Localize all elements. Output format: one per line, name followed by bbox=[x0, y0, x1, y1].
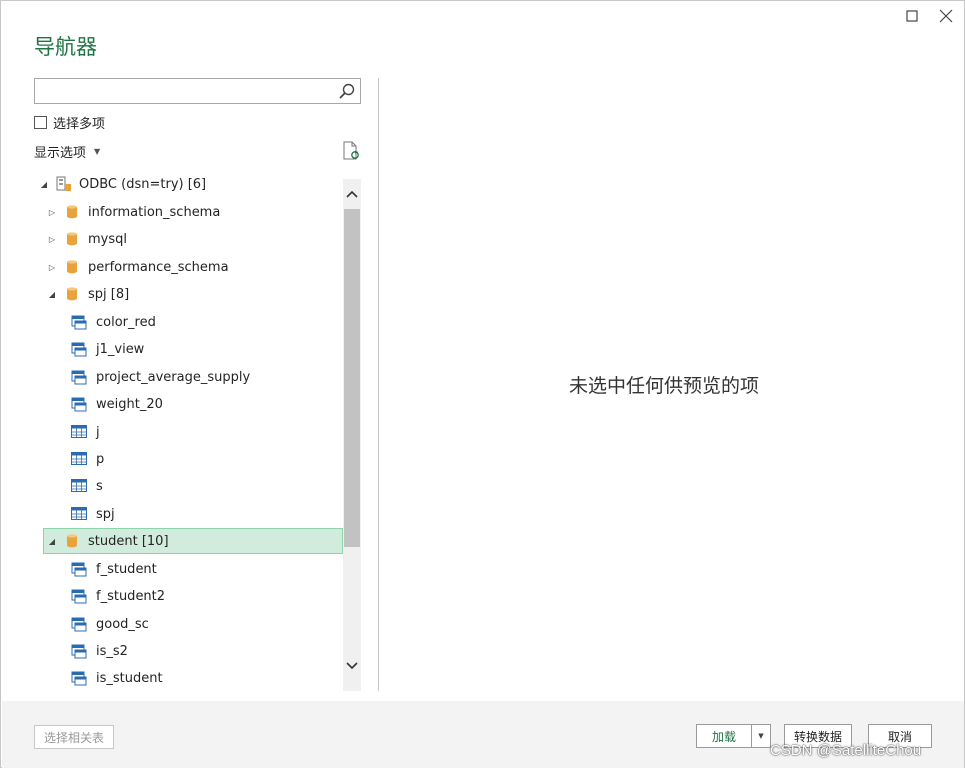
tree-item-label: j bbox=[96, 425, 100, 440]
tree-item-f-student2[interactable]: f_student2 bbox=[34, 583, 343, 609]
tree-item-label: is_s2 bbox=[96, 644, 128, 659]
chevron-down-icon: ▼ bbox=[758, 732, 764, 740]
database-icon bbox=[67, 205, 77, 219]
database-icon bbox=[67, 260, 77, 274]
tree-item-label: spj bbox=[96, 507, 115, 522]
tree-item-label: good_sc bbox=[96, 617, 149, 632]
search-input[interactable] bbox=[35, 79, 325, 103]
tree-item-project-average-supply[interactable]: project_average_supply bbox=[34, 364, 343, 390]
view-icon bbox=[71, 644, 87, 659]
chevron-down-icon: ▼ bbox=[94, 147, 101, 156]
tree-item-table-p[interactable]: p bbox=[34, 446, 343, 472]
view-icon bbox=[71, 397, 87, 412]
tree-root-label: ODBC (dsn=try) [6] bbox=[79, 177, 207, 192]
tree-item-j1-view[interactable]: j1_view bbox=[34, 336, 343, 362]
table-icon bbox=[71, 425, 87, 438]
table-icon bbox=[71, 479, 87, 492]
tree-root[interactable]: ◢ ODBC (dsn=try) [6] bbox=[34, 171, 343, 197]
multi-select-option[interactable]: 选择多项 bbox=[34, 113, 105, 132]
tree-item-table-j[interactable]: j bbox=[34, 419, 343, 445]
tree-item-label: weight_20 bbox=[96, 397, 163, 412]
view-icon bbox=[71, 315, 87, 330]
database-icon bbox=[67, 287, 77, 301]
tree-item-label: f_student2 bbox=[96, 589, 166, 604]
tree-item-spj-database[interactable]: ◢ spj [8] bbox=[34, 281, 343, 307]
database-icon bbox=[67, 232, 77, 246]
scroll-up-button[interactable] bbox=[343, 183, 361, 205]
tree-item-table-s[interactable]: s bbox=[34, 473, 343, 499]
collapsed-triangle-icon[interactable]: ▷ bbox=[47, 207, 57, 217]
table-icon bbox=[71, 452, 87, 465]
view-icon bbox=[71, 562, 87, 577]
load-dropdown-button[interactable]: ▼ bbox=[751, 724, 771, 748]
tree-item-label: mysql bbox=[88, 232, 127, 247]
expanded-triangle-icon[interactable]: ◢ bbox=[39, 179, 49, 189]
tree-item-label: color_red bbox=[96, 315, 156, 330]
preview-empty-message: 未选中任何供预览的项 bbox=[568, 375, 759, 397]
tree-item-label: s bbox=[96, 479, 103, 494]
tree-item-weight-20[interactable]: weight_20 bbox=[34, 391, 343, 417]
navigator-dialog: 导航器 选择多项 显示选项 ▼ ◢ ODBC (dsn=try) [6] ▷ i… bbox=[0, 0, 965, 768]
tree-item-label: spj [8] bbox=[88, 287, 130, 302]
expanded-triangle-icon[interactable]: ◢ bbox=[47, 289, 57, 299]
watermark: CSDN @SatelliteChou bbox=[770, 742, 922, 759]
tree-item-label: project_average_supply bbox=[96, 370, 251, 385]
multi-select-checkbox[interactable] bbox=[34, 116, 47, 129]
chevron-down-icon bbox=[346, 662, 358, 670]
scroll-down-button[interactable] bbox=[343, 655, 361, 677]
tree-item-table-spj[interactable]: spj bbox=[34, 501, 343, 527]
tree-item-student-database[interactable]: ◢ student [10] bbox=[43, 528, 343, 554]
view-icon bbox=[71, 370, 87, 385]
collapsed-triangle-icon[interactable]: ▷ bbox=[47, 262, 57, 272]
display-options-menu[interactable]: 显示选项 ▼ bbox=[34, 142, 100, 161]
dialog-title: 导航器 bbox=[34, 35, 97, 59]
tree-item-label: f_student bbox=[96, 562, 157, 577]
tree-item-label: performance_schema bbox=[88, 260, 229, 275]
scroll-thumb[interactable] bbox=[344, 209, 360, 547]
odbc-source-icon bbox=[56, 176, 71, 191]
view-icon bbox=[71, 342, 87, 357]
search-icon[interactable] bbox=[338, 82, 356, 100]
close-button[interactable] bbox=[931, 3, 961, 29]
view-icon bbox=[71, 617, 87, 632]
view-icon bbox=[71, 671, 87, 686]
maximize-icon bbox=[906, 10, 918, 22]
close-icon bbox=[939, 9, 953, 23]
tree-item-information-schema[interactable]: ▷ information_schema bbox=[34, 199, 343, 225]
tree-item-color-red[interactable]: color_red bbox=[34, 309, 343, 335]
maximize-button[interactable] bbox=[897, 3, 927, 29]
tree-item-mysql[interactable]: ▷ mysql bbox=[34, 226, 343, 252]
tree-scrollbar[interactable] bbox=[343, 179, 361, 691]
multi-select-label: 选择多项 bbox=[53, 117, 106, 132]
tree-item-label: j1_view bbox=[96, 342, 145, 357]
search-box[interactable] bbox=[34, 78, 361, 104]
tree-item-label: p bbox=[96, 452, 105, 467]
refresh-icon[interactable] bbox=[342, 141, 360, 161]
load-button[interactable]: 加载 bbox=[696, 724, 752, 748]
tree-item-label: information_schema bbox=[88, 205, 221, 220]
table-icon bbox=[71, 507, 87, 520]
database-icon bbox=[67, 534, 77, 548]
display-options-label: 显示选项 bbox=[34, 146, 87, 161]
tree-item-is-student[interactable]: is_student bbox=[34, 665, 343, 691]
select-related-tables-button[interactable]: 选择相关表 bbox=[34, 725, 114, 749]
expanded-triangle-icon[interactable]: ◢ bbox=[47, 536, 57, 546]
tree-item-performance-schema[interactable]: ▷ performance_schema bbox=[34, 254, 343, 280]
view-icon bbox=[71, 589, 87, 604]
tree-item-label: student [10] bbox=[88, 534, 169, 549]
tree-item-f-student[interactable]: f_student bbox=[34, 556, 343, 582]
navigator-tree: ◢ ODBC (dsn=try) [6] ▷ information_schem… bbox=[34, 171, 362, 691]
tree-item-good-sc[interactable]: good_sc bbox=[34, 611, 343, 637]
chevron-up-icon bbox=[346, 190, 358, 198]
tree-item-is-s2[interactable]: is_s2 bbox=[34, 638, 343, 664]
tree-item-label: is_student bbox=[96, 671, 163, 686]
collapsed-triangle-icon[interactable]: ▷ bbox=[47, 234, 57, 244]
